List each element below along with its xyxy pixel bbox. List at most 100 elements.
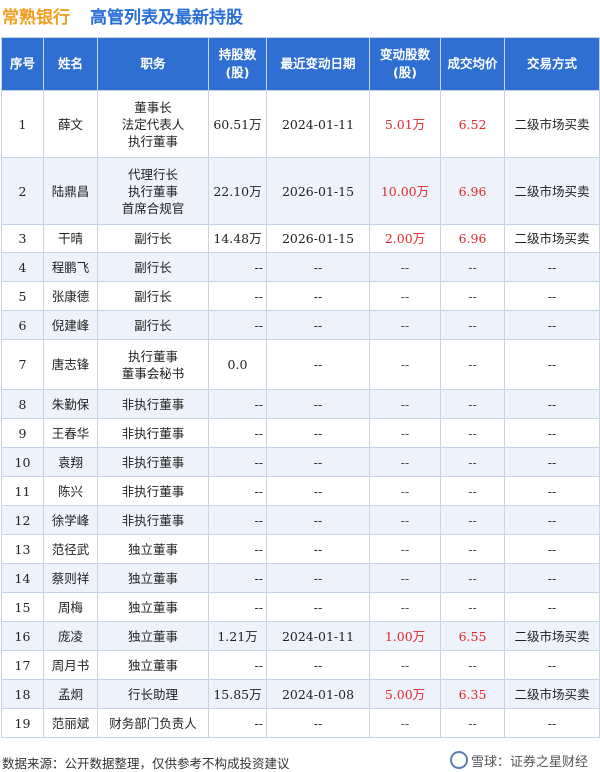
column-header[interactable]: 变动股数 (股) [369,37,441,91]
row-index: 4 [1,252,44,282]
title-line: 财务部门负责人 [109,715,197,731]
shares-held: -- [208,563,267,593]
table-row: 5 张康德 副行长 -- -- -- -- -- [1,281,600,311]
row-index: 2 [1,157,44,225]
shares-held: 1.21万 [208,621,267,651]
executive-name: 范丽斌 [43,708,98,738]
shares-held: -- [208,310,267,340]
row-index: 10 [1,447,44,477]
trade-method: -- [504,708,600,738]
executive-title: 代理行长 执行董事 首席合规官 [97,157,209,225]
shares-changed: -- [369,447,441,477]
executive-name: 周月书 [43,650,98,680]
trade-method: -- [504,418,600,448]
executive-title: 副行长 [97,281,209,311]
shares-held: 15.85万 [208,679,267,709]
executive-title: 非执行董事 [97,476,209,506]
avg-price: -- [440,281,505,311]
title-line: 非执行董事 [121,425,185,441]
row-index: 3 [1,224,44,253]
table-body: 1 薛文 董事长 法定代表人 执行董事 60.51万 2024-01-11 5.01万 6.52… [1,90,600,738]
table-row: 11 陈兴 非执行董事 -- -- -- -- -- [1,476,600,506]
avg-price: -- [440,650,505,680]
trade-method: -- [504,252,600,282]
table-row: 16 庞凌 独立董事 1.21万 2024-01-11 1.00万 6.55 二级市场买卖 [1,621,600,651]
executive-name: 陆鼎昌 [43,157,98,225]
column-header[interactable]: 最近变动日期 [266,37,370,91]
title-line: 独立董事 [127,599,178,615]
shares-held: -- [208,252,267,282]
table-row: 8 朱勤保 非执行董事 -- -- -- -- -- [1,389,600,419]
row-index: 15 [1,592,44,622]
title-line: 执行董事 [127,133,178,149]
row-index: 14 [1,563,44,593]
row-index: 16 [1,621,44,651]
last-change-date: -- [266,252,370,282]
shares-held: -- [208,534,267,564]
title-line: 代理行长 [127,166,178,182]
company-name: 常熟银行 [2,8,70,28]
shares-held: -- [208,650,267,680]
last-change-date: 2026-01-15 [266,224,370,253]
trade-method: -- [504,281,600,311]
last-change-date: -- [266,476,370,506]
last-change-date: 2024-01-11 [266,621,370,651]
table-row: 13 范径武 独立董事 -- -- -- -- -- [1,534,600,564]
avg-price: -- [440,252,505,282]
executive-name: 范径武 [43,534,98,564]
column-header[interactable]: 交易方式 [504,37,600,91]
executive-title: 执行董事 董事会秘书 [97,339,209,390]
executive-name: 薛文 [43,90,98,158]
executives-table: 序号 姓名 职务 持股数 (股) 最近变动日期 变动股数 (股) 成交均价 交易方式… [1,37,600,738]
shares-held: -- [208,418,267,448]
column-header[interactable]: 持股数 (股) [208,37,267,91]
shares-held: 0.0 [208,339,267,390]
avg-price: -- [440,505,505,535]
avg-price: 6.55 [440,621,505,651]
title-line: 副行长 [134,288,172,304]
avg-price: -- [440,534,505,564]
row-index: 11 [1,476,44,506]
executive-name: 袁翔 [43,447,98,477]
executive-name: 孟炯 [43,679,98,709]
row-index: 8 [1,389,44,419]
shares-changed: 5.01万 [369,90,441,158]
title-line: 执行董事 [127,348,178,364]
avg-price: -- [440,389,505,419]
page-title: 高管列表及最新持股 [90,8,243,28]
avg-price: -- [440,339,505,390]
table-row: 1 薛文 董事长 法定代表人 执行董事 60.51万 2024-01-11 5.01万 6.52… [1,90,600,158]
row-index: 1 [1,90,44,158]
executive-title: 董事长 法定代表人 执行董事 [97,90,209,158]
avg-price: 6.96 [440,157,505,225]
table-row: 2 陆鼎昌 代理行长 执行董事 首席合规官 22.10万 2026-01-15 10.00万 6… [1,157,600,225]
column-header[interactable]: 成交均价 [440,37,505,91]
executive-title: 非执行董事 [97,447,209,477]
shares-changed: -- [369,708,441,738]
executive-title: 独立董事 [97,534,209,564]
shares-held: 22.10万 [208,157,267,225]
shares-held: -- [208,592,267,622]
trade-method: -- [504,505,600,535]
shares-changed: -- [369,592,441,622]
shares-held: -- [208,505,267,535]
title-line: 独立董事 [127,657,178,673]
trade-method: -- [504,389,600,419]
column-header[interactable]: 序号 [1,37,44,91]
shares-changed: -- [369,310,441,340]
footer: 数据来源：公开数据整理，仅供参考不构成投资建议 雪球：证券之星财经 [0,751,600,771]
shares-changed: -- [369,339,441,390]
avg-price: 6.52 [440,90,505,158]
avg-price: -- [440,310,505,340]
trade-method: -- [504,563,600,593]
avg-price: -- [440,708,505,738]
executive-name: 程鹏飞 [43,252,98,282]
shares-changed: 1.00万 [369,621,441,651]
column-header[interactable]: 姓名 [43,37,98,91]
column-header-line: 持股数 [218,47,257,62]
row-index: 7 [1,339,44,390]
executive-name: 蔡则祥 [43,563,98,593]
trade-method: -- [504,534,600,564]
column-header[interactable]: 职务 [97,37,209,91]
table-row: 3 干晴 副行长 14.48万 2026-01-15 2.00万 6.96 二级市场买卖 [1,224,600,253]
